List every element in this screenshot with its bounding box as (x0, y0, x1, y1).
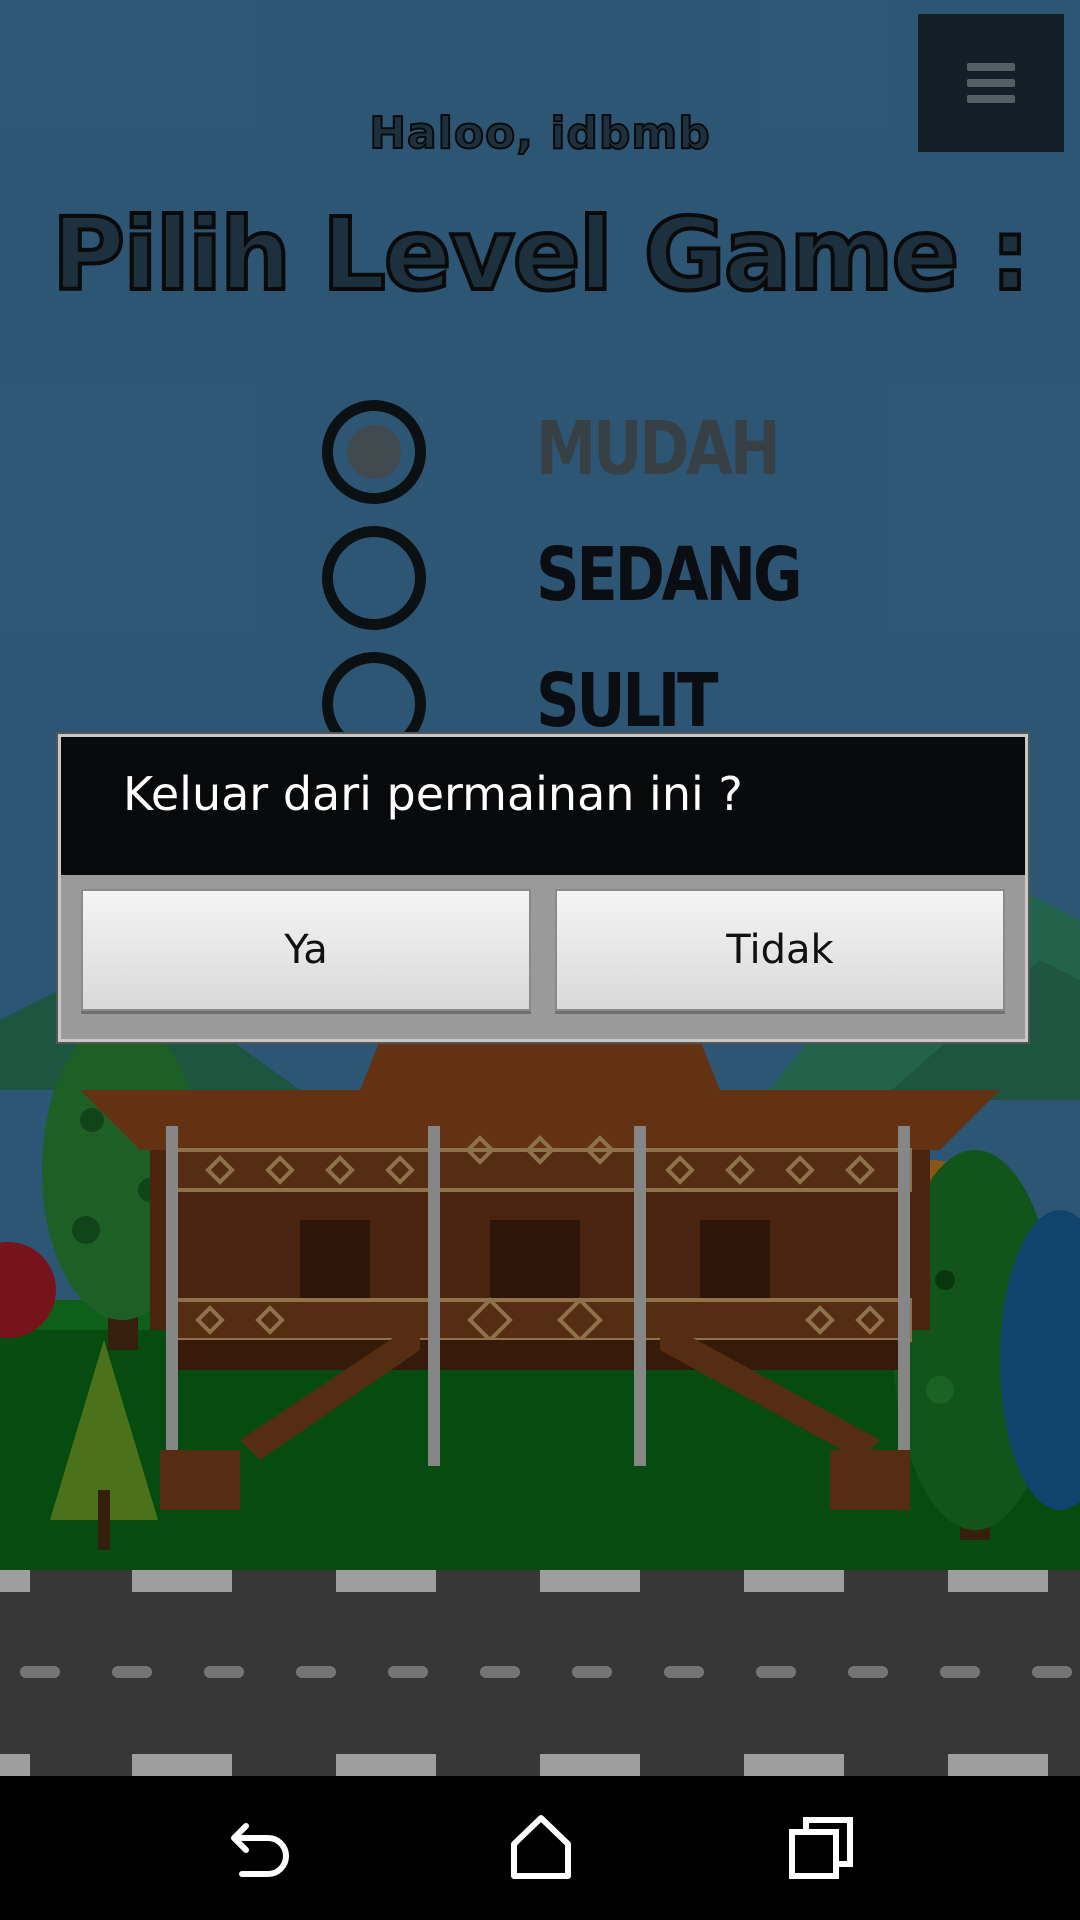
recents-icon[interactable] (776, 1804, 866, 1894)
yes-button[interactable]: Ya (81, 889, 531, 1011)
no-button[interactable]: Tidak (555, 889, 1005, 1011)
back-icon[interactable] (216, 1804, 306, 1894)
dialog-header: Keluar dari permainan ini ? (61, 737, 1025, 875)
dialog-message: Keluar dari permainan ini ? (123, 767, 743, 821)
exit-confirm-dialog: Keluar dari permainan ini ? Ya Tidak (58, 734, 1028, 1042)
home-icon[interactable] (496, 1804, 586, 1894)
game-screen: Haloo, idbmb Pilih Level Game : MUDAH SE… (0, 0, 1080, 1776)
android-nav-bar (0, 1776, 1080, 1920)
